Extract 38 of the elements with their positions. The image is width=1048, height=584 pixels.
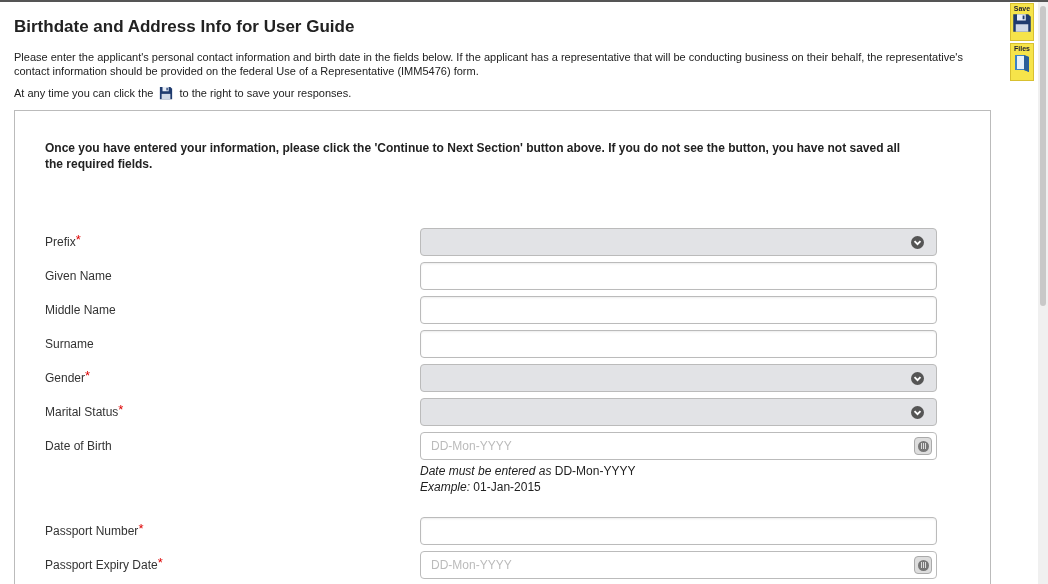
select-dropdown[interactable] — [420, 398, 937, 426]
chevron-down-icon — [911, 405, 924, 419]
save-hint-text: to the right to save your responses. — [179, 85, 352, 101]
field-hint: Date must be entered as DD-Mon-YYYY — [420, 463, 637, 479]
date-field[interactable]: DD-Mon-YYYY — [420, 432, 937, 460]
field-label: Surname — [45, 337, 94, 351]
field-label: Gender — [45, 371, 86, 385]
field-label: Date of Birth — [45, 439, 112, 453]
select-dropdown[interactable] — [420, 228, 937, 256]
calendar-button[interactable] — [914, 437, 932, 455]
field-label: Prefix — [45, 235, 76, 249]
save-icon — [159, 85, 174, 100]
text-field[interactable] — [420, 517, 937, 545]
field-hint: Example: 01-Jan-2015 — [420, 479, 542, 495]
required-asterisk: * — [157, 555, 163, 570]
chevron-down-icon — [911, 235, 924, 249]
field-label: Passport Number — [45, 524, 139, 538]
intro-text: Please enter the applicant's personal contact information and birth date in the fields below. If the applicant has a representative that will be conducting business on their behalf, the representative's contact information should be provided on the federal Use of a Representative (IMM5476) form. — [14, 49, 964, 78]
required-asterisk: * — [118, 402, 124, 417]
scrollbar[interactable] — [1038, 2, 1048, 584]
calendar-button[interactable] — [914, 556, 932, 574]
save-hint-text: At any time you can click the — [14, 85, 154, 101]
required-asterisk: * — [75, 232, 81, 247]
chevron-down-icon — [911, 371, 924, 385]
required-asterisk: * — [138, 521, 144, 536]
field-label: Marital Status — [45, 405, 119, 419]
page-title: Birthdate and Address Info for User Guide — [14, 16, 356, 38]
field-label: Given Name — [45, 269, 112, 283]
text-field[interactable] — [420, 296, 937, 324]
date-field[interactable]: DD-Mon-YYYY — [420, 551, 937, 579]
required-asterisk: * — [85, 368, 91, 383]
text-field[interactable] — [420, 262, 937, 290]
form-notice: Once you have entered your information, please click the 'Continue to Next Section' button above. If you do not see the button, you have not saved all the required fields. — [45, 140, 902, 172]
select-dropdown[interactable] — [420, 364, 937, 392]
field-label: Middle Name — [45, 303, 116, 317]
field-label: Passport Expiry Date — [45, 558, 158, 572]
text-field[interactable] — [420, 330, 937, 358]
book-icon — [1013, 53, 1031, 73]
